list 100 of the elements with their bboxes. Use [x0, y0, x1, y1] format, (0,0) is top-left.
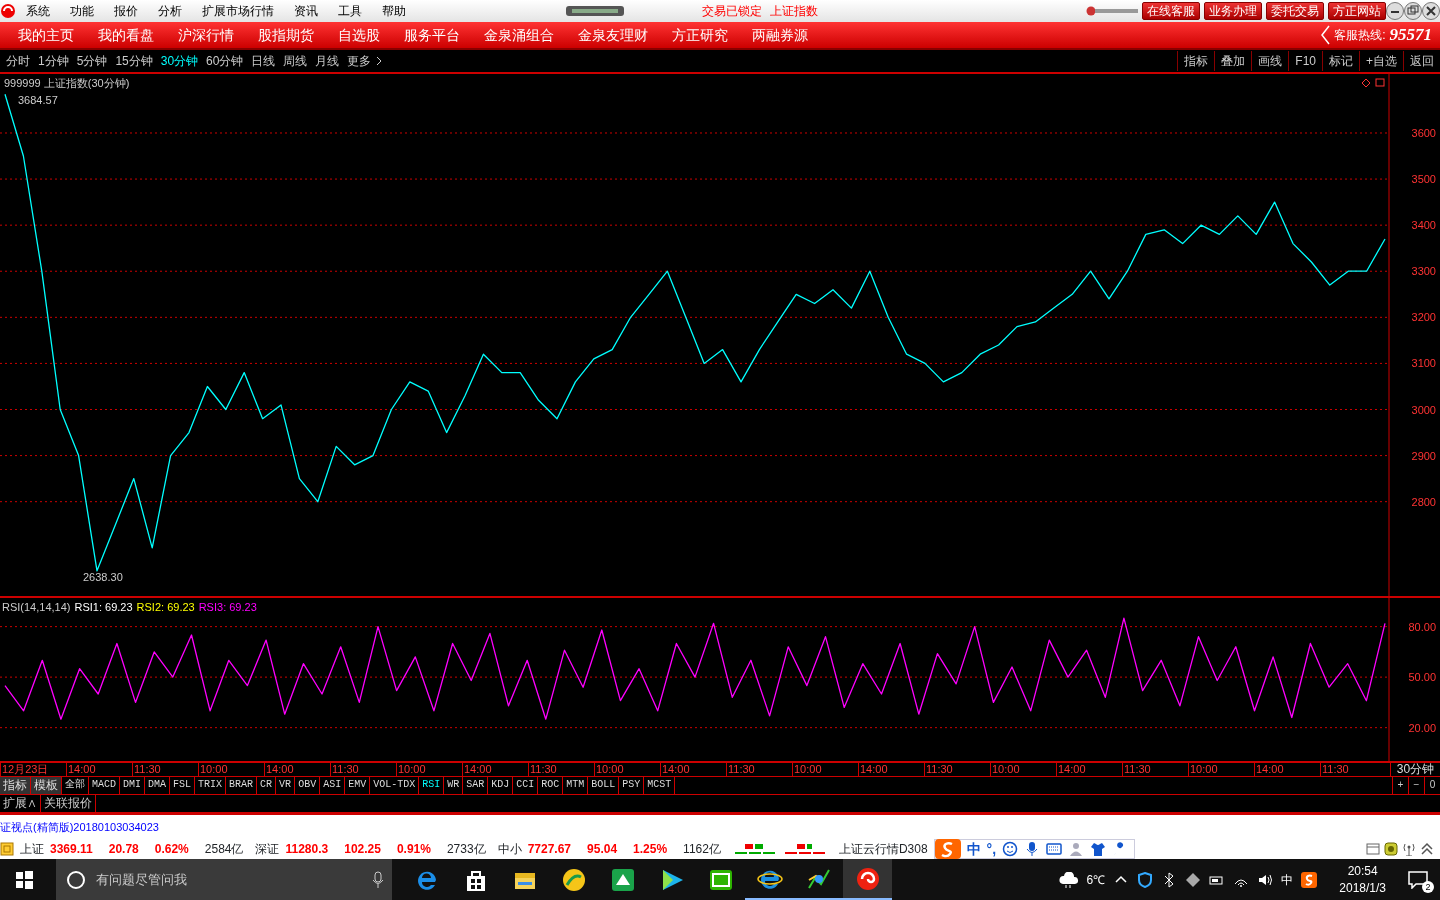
- chart-controls-icon[interactable]: [1362, 78, 1386, 88]
- period-tab[interactable]: 日线: [247, 52, 280, 70]
- tool-button[interactable]: 叠加: [1214, 51, 1252, 71]
- toolbar-button[interactable]: 在线客服: [1142, 2, 1200, 20]
- shirt-icon[interactable]: [1090, 841, 1107, 857]
- nav-item[interactable]: 我的主页: [6, 24, 86, 46]
- news-ticker[interactable]: 证视点(精简版)20180103034023: [0, 818, 159, 836]
- menu-item[interactable]: 扩展市场行情: [192, 2, 284, 20]
- indicator-tab[interactable]: MTM: [563, 777, 589, 794]
- indicator-tab[interactable]: BRAR: [226, 777, 258, 794]
- indicator-tab[interactable]: VR: [276, 777, 296, 794]
- clock-date[interactable]: 2018/1/3: [1339, 879, 1386, 897]
- tool-button[interactable]: F10: [1288, 51, 1322, 71]
- slider-icon[interactable]: [1086, 6, 1138, 16]
- nav-item[interactable]: 两融券源: [740, 24, 820, 46]
- indicator-tab[interactable]: MCST: [644, 777, 676, 794]
- time-label: 10:00: [198, 762, 264, 776]
- menu-tab[interactable]: 模板: [31, 777, 62, 794]
- round-app-icon[interactable]: [560, 866, 587, 893]
- period-tab[interactable]: 30分钟: [156, 52, 203, 70]
- nav-item[interactable]: 自选股: [326, 24, 392, 46]
- panel-button[interactable]: 关联报价: [41, 795, 96, 812]
- tool-button[interactable]: 返回: [1403, 51, 1440, 71]
- ime-logo-icon[interactable]: [1301, 871, 1318, 888]
- indicator-tab[interactable]: OBV: [295, 777, 321, 794]
- nav-item[interactable]: 沪深行情: [166, 24, 246, 46]
- handle-icon[interactable]: [566, 6, 624, 16]
- close-icon[interactable]: [1422, 2, 1440, 20]
- period-tab[interactable]: 5分钟: [72, 52, 112, 70]
- hotline-number: 95571: [1389, 24, 1432, 47]
- menu-item[interactable]: 功能: [60, 2, 104, 20]
- more-link[interactable]: 更多: [343, 52, 376, 70]
- coin-icon[interactable]: [1384, 842, 1398, 856]
- menu-item[interactable]: 系统: [16, 2, 60, 20]
- panel-button[interactable]: 扩展∧: [0, 795, 41, 812]
- clock-time[interactable]: 20:54: [1347, 862, 1378, 880]
- indicator-tab[interactable]: CR: [257, 777, 277, 794]
- indicator-tab[interactable]: WR: [444, 777, 464, 794]
- message-icon[interactable]: [1408, 870, 1428, 889]
- cloud-icon: [1058, 871, 1079, 888]
- zoom-button[interactable]: −: [1408, 777, 1424, 794]
- menu-item[interactable]: 工具: [328, 2, 372, 20]
- indicator-tab[interactable]: DMI: [120, 777, 146, 794]
- toolbar-button[interactable]: 委托交易: [1266, 2, 1324, 20]
- smiley-icon[interactable]: [1002, 841, 1019, 857]
- ime-toggle[interactable]: °,: [986, 838, 997, 860]
- zoom-button[interactable]: +: [1392, 777, 1408, 794]
- nav-item[interactable]: 金泉友理财: [566, 24, 660, 46]
- triangle-app-icon[interactable]: [609, 866, 636, 893]
- tool-button[interactable]: 标记: [1322, 51, 1359, 71]
- indicator-tab[interactable]: VOL-TDX: [370, 777, 420, 794]
- toolbar-button[interactable]: 方正网站: [1328, 2, 1386, 20]
- menu-item[interactable]: 报价: [104, 2, 148, 20]
- minimize-icon[interactable]: [1386, 2, 1404, 20]
- restore-icon[interactable]: [1404, 2, 1422, 20]
- shield-icon[interactable]: [1137, 871, 1154, 888]
- hotline-label: 客服热线:: [1334, 27, 1386, 44]
- indicator-tab[interactable]: DMA: [145, 777, 171, 794]
- ime-toggle[interactable]: 中: [966, 838, 981, 860]
- window-icon[interactable]: [1366, 842, 1380, 856]
- nav-item[interactable]: 我的看盘: [86, 24, 166, 46]
- period-tab[interactable]: 1分钟: [34, 52, 73, 70]
- spiral-logo-icon[interactable]: [854, 865, 881, 892]
- period-tab[interactable]: 周线: [279, 52, 312, 70]
- search-box[interactable]: 有问题尽管问我: [56, 859, 392, 900]
- antenna-icon[interactable]: [1402, 842, 1416, 856]
- period-tab[interactable]: 分时: [2, 52, 34, 70]
- indicator-tab[interactable]: CCI: [513, 777, 539, 794]
- menu-item[interactable]: 分析: [148, 2, 192, 20]
- indicator-tab[interactable]: TRIX: [195, 777, 227, 794]
- tool-button[interactable]: 指标: [1177, 51, 1215, 71]
- keyboard-icon[interactable]: [1046, 841, 1063, 857]
- indicator-tab[interactable]: SAR: [463, 777, 489, 794]
- search-field[interactable]: 有问题尽管问我: [94, 868, 364, 891]
- double-up-arrow-icon[interactable]: [1420, 842, 1434, 856]
- diamond-icon[interactable]: [1185, 871, 1202, 888]
- period-tab[interactable]: 60分钟: [202, 52, 248, 70]
- menu-tab[interactable]: 指标: [0, 777, 31, 794]
- menu-item[interactable]: 帮助: [372, 2, 416, 20]
- indicator-value: RSI3: 69.23: [198, 600, 257, 615]
- nav-item[interactable]: 股指期货: [246, 24, 326, 46]
- axis-label: 3400: [1411, 219, 1436, 232]
- nav-item[interactable]: 方正研究: [660, 24, 740, 46]
- indicator-tab[interactable]: ASI: [320, 777, 346, 794]
- ime-indicator[interactable]: 中: [1281, 870, 1294, 889]
- nav-item[interactable]: 金泉涌组合: [472, 24, 566, 46]
- nav-item[interactable]: 服务平台: [392, 24, 472, 46]
- period-tab[interactable]: 15分钟: [111, 52, 157, 70]
- period-tab[interactable]: 月线: [311, 52, 344, 70]
- indicator-tab[interactable]: MACD: [89, 777, 120, 794]
- tool-button[interactable]: +自选: [1359, 51, 1403, 71]
- zoom-button[interactable]: 0: [1424, 777, 1440, 794]
- toolbar-button[interactable]: 业务办理: [1204, 2, 1262, 20]
- microphone-icon[interactable]: [372, 870, 384, 889]
- index-amount: 2584亿: [204, 841, 244, 858]
- indicator-tab[interactable]: 全部: [62, 777, 89, 794]
- cloud-quote-label[interactable]: 上证云行情D308: [838, 840, 928, 858]
- indicator-tab[interactable]: FSL: [170, 777, 196, 794]
- menu-item[interactable]: 资讯: [284, 2, 328, 20]
- tool-button[interactable]: 画线: [1251, 51, 1289, 71]
